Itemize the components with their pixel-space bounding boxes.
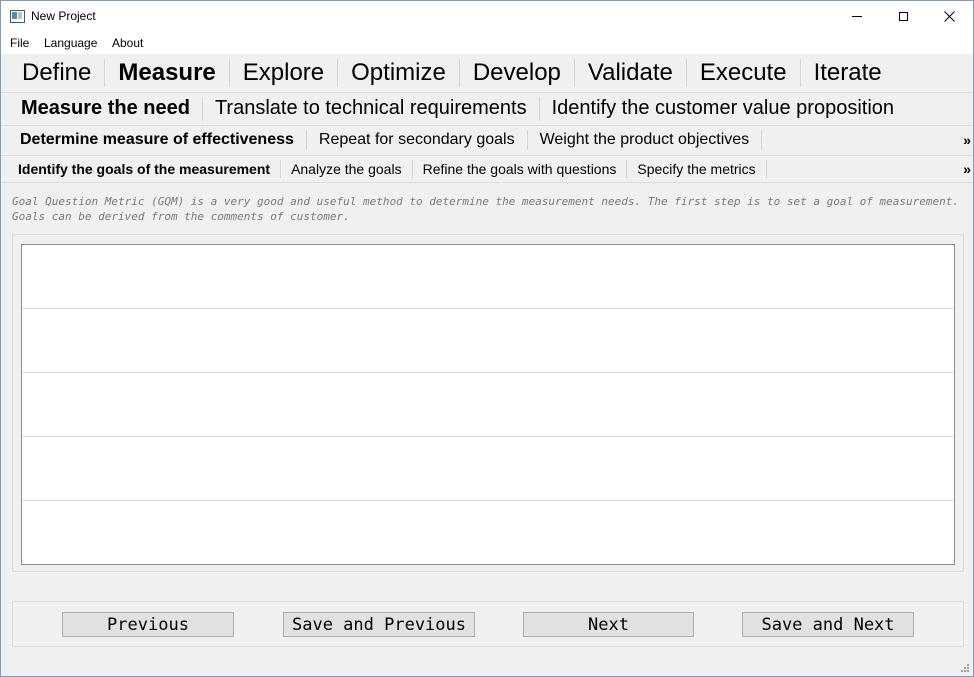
tab-develop[interactable]: Develop <box>460 54 574 91</box>
table-row[interactable] <box>22 245 954 309</box>
save-and-previous-button[interactable]: Save and Previous <box>283 612 475 637</box>
goals-table[interactable] <box>21 244 955 565</box>
resize-grip-icon[interactable] <box>960 663 970 673</box>
tab-identify-goals[interactable]: Identify the goals of the measurement <box>8 156 280 182</box>
tab-iterate[interactable]: Iterate <box>801 54 895 91</box>
tab-specify-metrics[interactable]: Specify the metrics <box>627 156 765 182</box>
tab-translate-requirements[interactable]: Translate to technical requirements <box>203 93 539 124</box>
tab-weight-objectives[interactable]: Weight the product objectives <box>528 126 762 154</box>
task-tabs: Identify the goals of the measurement An… <box>1 155 973 183</box>
tab-execute[interactable]: Execute <box>687 54 800 91</box>
tab-measure[interactable]: Measure <box>105 54 228 91</box>
menu-bar: File Language About <box>1 32 973 54</box>
table-row[interactable] <box>22 309 954 373</box>
tab-explore[interactable]: Explore <box>230 54 337 91</box>
menu-language[interactable]: Language <box>44 36 97 50</box>
next-button[interactable]: Next <box>523 612 694 637</box>
tab-secondary-goals[interactable]: Repeat for secondary goals <box>307 126 527 154</box>
tab-divider <box>765 160 767 178</box>
table-row[interactable] <box>22 501 954 565</box>
tab-measure-the-need[interactable]: Measure the need <box>9 93 202 124</box>
menu-file[interactable]: File <box>10 36 29 50</box>
minimize-icon <box>852 16 862 17</box>
tab-value-proposition[interactable]: Identify the customer value proposition <box>540 93 906 124</box>
app-window-icon <box>10 10 25 23</box>
step-description: Goal Question Metric (GQM) is a very goo… <box>12 195 960 223</box>
double-chevron-right-icon[interactable]: » <box>963 162 971 176</box>
tab-measure-of-effectiveness[interactable]: Determine measure of effectiveness <box>8 126 306 154</box>
window-title: New Project <box>31 9 96 23</box>
save-and-next-button[interactable]: Save and Next <box>742 612 914 637</box>
tab-optimize[interactable]: Optimize <box>338 54 459 91</box>
tab-validate[interactable]: Validate <box>575 54 686 91</box>
main-window: New Project File Language About Define M… <box>0 0 974 677</box>
tab-refine-goals[interactable]: Refine the goals with questions <box>413 156 627 182</box>
maximize-button[interactable] <box>880 1 926 32</box>
double-chevron-right-icon[interactable]: » <box>963 133 971 147</box>
close-icon <box>943 11 955 22</box>
tab-analyze-goals[interactable]: Analyze the goals <box>281 156 412 182</box>
table-row[interactable] <box>22 373 954 437</box>
previous-button[interactable]: Previous <box>62 612 234 637</box>
substep-tabs: Determine measure of effectiveness Repea… <box>1 125 973 154</box>
maximize-icon <box>898 12 908 21</box>
minimize-button[interactable] <box>834 1 880 32</box>
close-button[interactable] <box>926 1 972 32</box>
table-row[interactable] <box>22 437 954 501</box>
menu-about[interactable]: About <box>112 36 143 50</box>
tab-divider <box>761 130 763 150</box>
step-tabs: Measure the need Translate to technical … <box>1 92 973 124</box>
phase-tabs: Define Measure Explore Optimize Develop … <box>1 54 973 91</box>
title-bar: New Project <box>1 1 973 32</box>
tab-define[interactable]: Define <box>9 54 104 91</box>
